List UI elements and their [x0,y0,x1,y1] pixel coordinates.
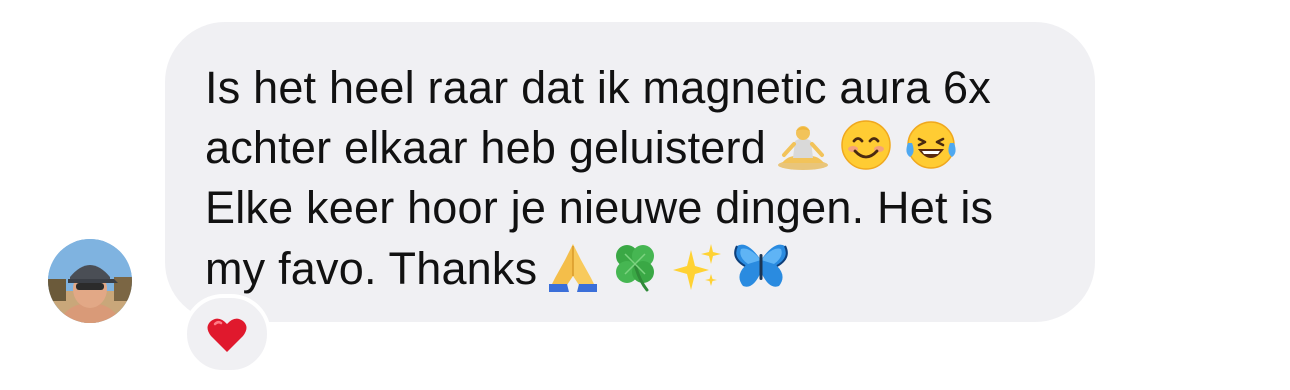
smiling-face-icon [840,119,892,171]
four-leaf-clover-icon [609,240,661,292]
person-in-lotus-position-icon [776,121,830,171]
message-text: Is het heel raar dat ik magnetic aura 6x [205,62,991,113]
sender-avatar[interactable] [48,239,132,323]
message-text: Elke keer hoor je nieuwe dingen. Het is [205,182,994,233]
message-text: achter elkaar heb geluisterd [205,122,766,173]
message-bubble[interactable]: Is het heel raar dat ik magnetic aura 6x… [165,22,1095,322]
folded-hands-icon [547,238,599,292]
message-line-1: Is het heel raar dat ik magnetic aura 6x [205,58,1055,118]
avatar-photo [48,239,132,323]
message-text: my favo. Thanks [205,243,538,294]
message-line-2: achter elkaar heb geluisterd [205,118,1055,178]
heart-reaction[interactable] [183,294,271,374]
tears-of-joy-icon [902,119,960,171]
message-line-4: my favo. Thanks [205,238,1055,299]
red-heart-icon [207,316,247,359]
sparkles-icon [671,240,723,292]
message-line-3: Elke keer hoor je nieuwe dingen. Het is [205,178,1055,238]
butterfly-icon [733,240,789,292]
